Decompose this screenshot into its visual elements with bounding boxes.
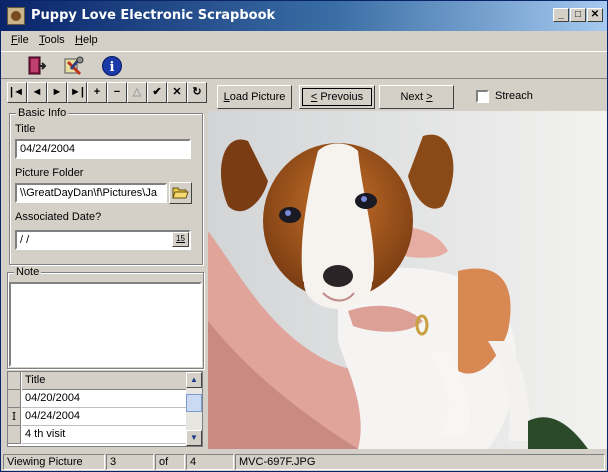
row-title-cell[interactable]: 04/24/2004: [22, 408, 186, 426]
load-picture-button[interactable]: Load Picture: [217, 85, 292, 109]
previous-button[interactable]: < Prevoius: [299, 85, 375, 109]
record-navigator: |◄ ◄ ► ►| + − △ ✔ ✕ ↻: [5, 82, 207, 104]
table-row[interactable]: I 04/24/2004: [8, 408, 186, 426]
menu-file[interactable]: File: [11, 34, 29, 46]
scroll-thumb[interactable]: [186, 394, 202, 412]
status-bar: Viewing Picture 3 of 4 MVC-697F.JPG: [1, 452, 607, 471]
grid-header-row: Title: [8, 372, 186, 390]
toolbar: i: [1, 51, 607, 79]
app-window: Puppy Love Electronic Scrapbook _ □ ✕ Fi…: [0, 0, 608, 472]
puppy-photo-image: [208, 111, 607, 449]
post-record-button[interactable]: ✔: [147, 82, 167, 103]
calendar-icon[interactable]: 15: [172, 232, 189, 247]
basic-info-caption: Basic Info: [16, 107, 69, 119]
grid-column-title[interactable]: Title: [22, 372, 186, 390]
row-title-cell[interactable]: 04/20/2004: [22, 390, 186, 408]
delete-record-button[interactable]: −: [107, 82, 127, 103]
folder-open-icon: [172, 187, 189, 199]
prior-record-button[interactable]: ◄: [27, 82, 47, 103]
row-indicator: [8, 426, 21, 444]
info-icon[interactable]: i: [101, 55, 123, 77]
exit-door-icon[interactable]: [25, 55, 47, 77]
row-title-cell[interactable]: 4 th visit: [22, 426, 186, 444]
scroll-up-icon[interactable]: ▲: [186, 372, 202, 388]
puppy-picture: [208, 111, 607, 449]
grid-scrollbar[interactable]: ▲ ▼: [186, 372, 202, 446]
table-row[interactable]: 04/20/2004: [8, 390, 186, 408]
associated-date-input[interactable]: / /: [15, 230, 191, 250]
status-total-records: 4: [186, 454, 234, 470]
picture-folder-input[interactable]: \\GreatDayDan\f\Pictures\Ja: [15, 183, 167, 203]
grid-header-indicator: [8, 372, 21, 390]
note-caption: Note: [14, 266, 42, 278]
row-indicator: [8, 390, 21, 408]
insert-record-button[interactable]: +: [87, 82, 107, 103]
status-of: of: [155, 454, 185, 470]
status-current-record: 3: [106, 454, 154, 470]
maximize-button[interactable]: □: [570, 8, 586, 22]
scroll-down-icon[interactable]: ▼: [186, 430, 202, 446]
records-grid[interactable]: Title 04/20/2004 I 04/24/2004 4 th visit…: [7, 371, 203, 447]
tools-settings-icon[interactable]: [63, 55, 85, 77]
edit-record-button[interactable]: △: [127, 82, 147, 103]
stretch-label: Streach: [495, 90, 533, 102]
menu-tools[interactable]: Tools: [39, 34, 65, 46]
first-record-button[interactable]: |◄: [7, 82, 27, 103]
next-record-button[interactable]: ►: [47, 82, 67, 103]
picture-folder-label: Picture Folder: [15, 167, 84, 179]
row-indicator: I: [8, 408, 21, 426]
title-bar[interactable]: Puppy Love Electronic Scrapbook _ □ ✕: [1, 1, 607, 31]
browse-folder-button[interactable]: [169, 182, 192, 204]
title-input[interactable]: 04/24/2004: [15, 139, 191, 159]
stretch-checkbox[interactable]: [476, 90, 489, 103]
table-row[interactable]: 4 th visit: [8, 426, 186, 444]
title-label: Title: [15, 123, 36, 135]
window-title: Puppy Love Electronic Scrapbook: [31, 8, 276, 23]
status-filename: MVC-697F.JPG: [235, 454, 605, 470]
puppy-app-icon[interactable]: [7, 7, 25, 25]
cancel-record-button[interactable]: ✕: [167, 82, 187, 103]
status-mode: Viewing Picture: [3, 454, 105, 470]
close-button[interactable]: ✕: [587, 8, 603, 22]
refresh-record-button[interactable]: ↻: [187, 82, 207, 103]
next-button[interactable]: Next >: [379, 85, 454, 109]
info-glyph: i: [110, 60, 115, 75]
menu-bar: File Tools Help: [1, 31, 607, 49]
menu-help[interactable]: Help: [75, 34, 98, 46]
last-record-button[interactable]: ►|: [67, 82, 87, 103]
minimize-button[interactable]: _: [553, 8, 569, 22]
note-textarea[interactable]: [9, 282, 202, 367]
associated-date-label: Associated Date?: [15, 211, 102, 223]
